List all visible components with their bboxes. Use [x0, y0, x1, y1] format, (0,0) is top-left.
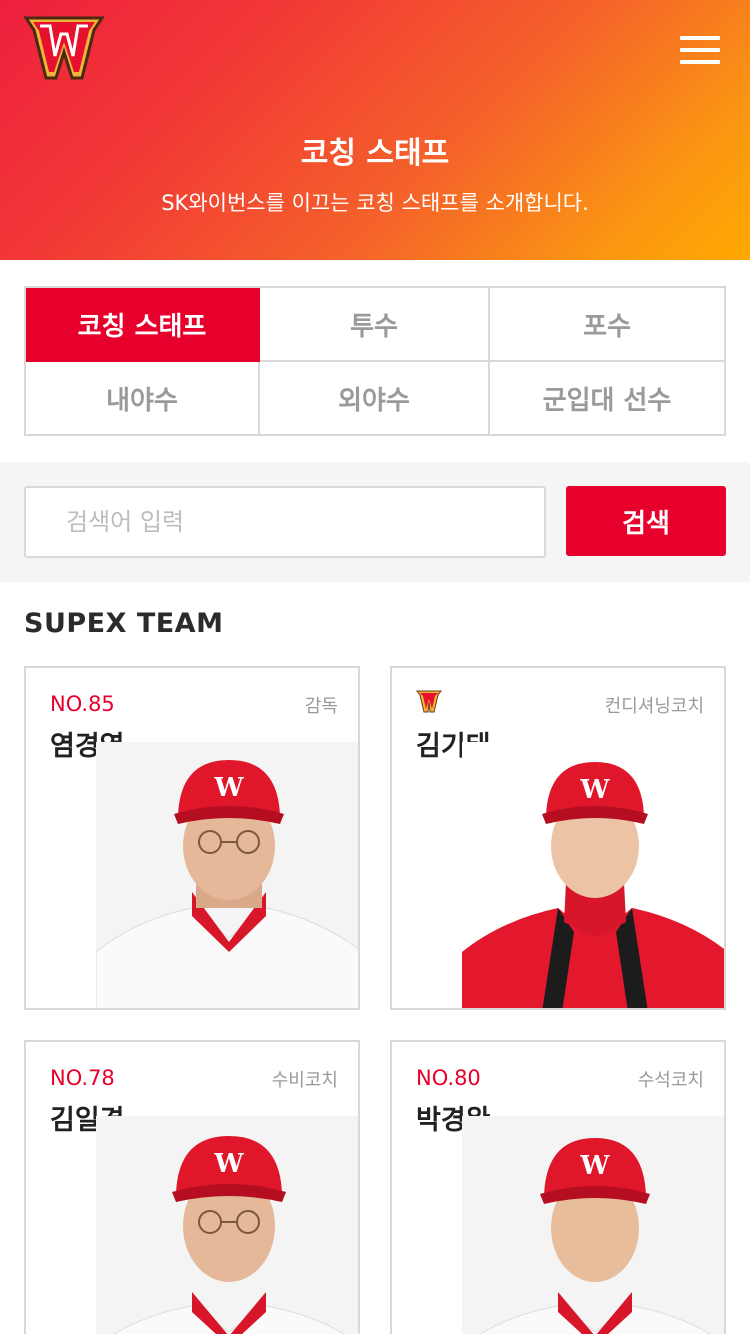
coach-role: 수비코치 — [271, 1070, 338, 1091]
menu-line — [680, 48, 720, 52]
coach-role: 컨디셔닝코치 — [604, 696, 704, 717]
wyverns-mini-logo-icon — [416, 690, 442, 714]
coach-photo: W — [462, 1116, 724, 1334]
coach-role: 감독 — [304, 696, 338, 717]
page-title: 코칭 스태프 — [300, 136, 450, 171]
tab-military-players[interactable]: 군입대 선수 — [490, 362, 724, 434]
hamburger-menu-icon[interactable] — [676, 30, 724, 70]
menu-line — [680, 36, 720, 40]
coach-card[interactable]: NO.85 감독 염경엽 W — [24, 666, 360, 1010]
tab-catchers[interactable]: 포수 — [490, 288, 724, 362]
search-input[interactable] — [24, 486, 546, 558]
category-tabs: 코칭 스태프 투수 포수 내야수 외야수 군입대 선수 — [24, 286, 726, 436]
section-title: SUPEX TEAM — [24, 608, 224, 639]
coach-number: NO.80 — [416, 1066, 481, 1090]
coach-photo: W — [95, 742, 358, 1008]
menu-line — [680, 60, 720, 64]
coach-number: NO.78 — [50, 1066, 115, 1090]
coach-card[interactable]: NO.80 수석코치 박경완 W — [390, 1040, 726, 1334]
search-bar: 검색 — [0, 462, 750, 582]
search-button[interactable]: 검색 — [566, 486, 726, 556]
coach-card[interactable]: 컨디셔닝코치 김기태 W — [390, 666, 726, 1010]
coach-photo: W — [96, 1116, 358, 1334]
coach-role: 수석코치 — [637, 1070, 704, 1091]
wyverns-logo-icon[interactable] — [23, 16, 105, 86]
svg-text:W: W — [213, 773, 244, 803]
tab-coaching-staff[interactable]: 코칭 스태프 — [26, 288, 260, 362]
tab-outfielders[interactable]: 외야수 — [260, 362, 490, 434]
coach-card[interactable]: NO.78 수비코치 김일경 W — [24, 1040, 360, 1334]
page-header: 코칭 스태프 SK와이번스를 이끄는 코칭 스태프를 소개합니다. — [0, 0, 750, 260]
svg-text:W: W — [579, 775, 610, 805]
page-subtitle: SK와이번스를 이끄는 코칭 스태프를 소개합니다. — [161, 191, 589, 215]
tab-pitchers[interactable]: 투수 — [260, 288, 490, 362]
coach-photo: W — [462, 742, 724, 1008]
svg-text:W: W — [213, 1149, 244, 1179]
svg-text:W: W — [579, 1151, 610, 1181]
coach-number: NO.85 — [50, 692, 115, 716]
tab-infielders[interactable]: 내야수 — [26, 362, 260, 434]
